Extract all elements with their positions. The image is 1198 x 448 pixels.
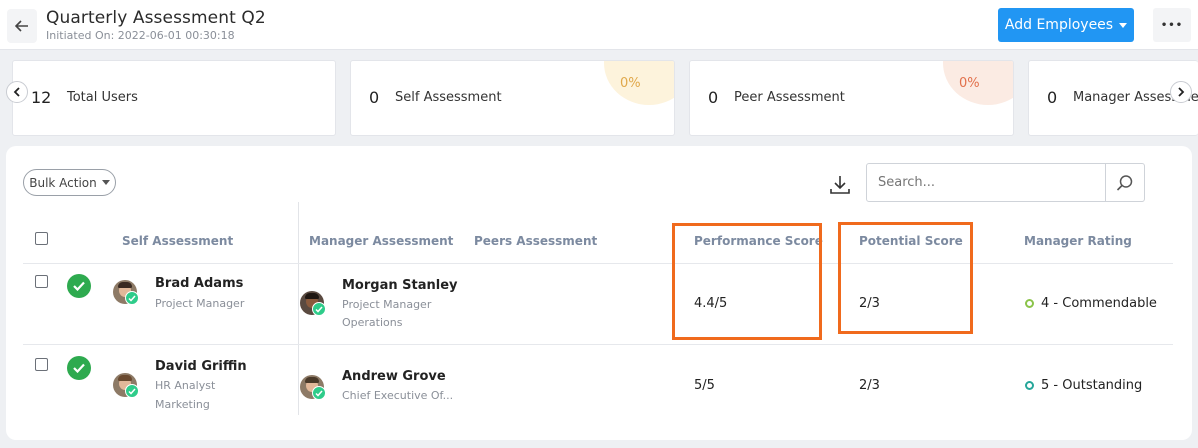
rating-number: 4 bbox=[1041, 296, 1050, 311]
performance-score: 5/5 bbox=[694, 378, 715, 393]
card-count: 12 bbox=[31, 88, 52, 107]
page-subtitle: Initiated On: 2022-06-01 00:30:18 bbox=[46, 29, 235, 42]
percent-badge: 0% bbox=[943, 61, 1013, 105]
assessment-panel: Bulk Action Self Assessment Manager Asse… bbox=[6, 146, 1192, 440]
add-employees-button[interactable]: Add Employees bbox=[998, 8, 1134, 42]
verified-icon bbox=[312, 302, 326, 316]
scroll-left-button[interactable] bbox=[6, 81, 28, 103]
rating-label: Outstanding bbox=[1062, 378, 1143, 393]
card-self-assessment[interactable]: 0 Self Assessment 0% bbox=[350, 60, 675, 136]
arrow-left-icon bbox=[15, 20, 28, 32]
check-icon bbox=[73, 363, 85, 373]
employee-name[interactable]: David Griffin bbox=[155, 359, 247, 374]
card-peer-assessment[interactable]: 0 Peer Assessment 0% bbox=[689, 60, 1014, 136]
percent-value: 0% bbox=[959, 76, 980, 91]
check-icon bbox=[73, 281, 85, 291]
manager-rating: 4 - Commendable bbox=[1025, 296, 1157, 311]
percent-badge: 0% bbox=[604, 61, 674, 105]
column-header-self-assessment[interactable]: Self Assessment bbox=[122, 234, 233, 248]
manager-department: Operations bbox=[342, 316, 403, 329]
potential-score-highlight bbox=[838, 222, 973, 334]
card-count: 0 bbox=[708, 88, 719, 107]
card-total-users[interactable]: 12 Total Users bbox=[12, 60, 336, 136]
manager-name[interactable]: Andrew Grove bbox=[342, 369, 446, 384]
more-options-button[interactable]: ••• bbox=[1153, 8, 1191, 42]
verified-icon bbox=[125, 291, 139, 305]
search-box bbox=[866, 163, 1145, 202]
scroll-right-button[interactable] bbox=[1170, 81, 1192, 103]
select-all-checkbox[interactable] bbox=[35, 232, 48, 245]
chevron-right-icon bbox=[1178, 87, 1185, 97]
employee-avatar bbox=[113, 280, 139, 305]
add-employees-label: Add Employees bbox=[1004, 17, 1114, 33]
verified-icon bbox=[312, 386, 326, 400]
caret-down-icon bbox=[1119, 22, 1128, 28]
manager-avatar bbox=[300, 375, 326, 400]
chevron-left-icon bbox=[13, 87, 20, 97]
column-divider bbox=[298, 202, 299, 415]
employee-name[interactable]: Brad Adams bbox=[155, 276, 243, 291]
employee-avatar bbox=[113, 373, 139, 398]
column-header-peers-assessment[interactable]: Peers Assessment bbox=[474, 234, 597, 248]
rating-dot-icon bbox=[1025, 299, 1034, 308]
card-label: Total Users bbox=[67, 90, 138, 105]
performance-score-highlight bbox=[672, 223, 822, 340]
rating-number: 5 bbox=[1041, 378, 1050, 393]
download-icon bbox=[830, 176, 850, 194]
more-icon: ••• bbox=[1160, 19, 1184, 31]
rating-dot-icon bbox=[1025, 381, 1034, 390]
card-count: 0 bbox=[369, 88, 380, 107]
search-input[interactable] bbox=[867, 164, 1105, 201]
employee-title: HR Analyst bbox=[155, 379, 216, 392]
back-button[interactable] bbox=[7, 9, 37, 43]
column-header-manager-assessment[interactable]: Manager Assessment bbox=[309, 234, 453, 248]
search-icon bbox=[1116, 174, 1133, 191]
bulk-action-label: Bulk Action bbox=[29, 175, 97, 190]
card-count: 0 bbox=[1047, 88, 1058, 107]
card-label: Peer Assessment bbox=[734, 90, 845, 105]
employee-title: Project Manager bbox=[155, 297, 245, 310]
page-header: Quarterly Assessment Q2 Initiated On: 20… bbox=[0, 0, 1198, 50]
self-assessment-status bbox=[67, 356, 91, 380]
bulk-action-button[interactable]: Bulk Action bbox=[23, 169, 116, 196]
manager-title: Project Manager bbox=[342, 298, 432, 311]
row-checkbox[interactable] bbox=[35, 275, 48, 288]
search-button[interactable] bbox=[1105, 164, 1144, 201]
card-label: Self Assessment bbox=[395, 90, 502, 105]
column-header-manager-rating[interactable]: Manager Rating bbox=[1024, 234, 1132, 248]
page-title: Quarterly Assessment Q2 bbox=[46, 8, 266, 28]
verified-icon bbox=[125, 384, 139, 398]
potential-score: 2/3 bbox=[859, 378, 880, 393]
rating-label: Commendable bbox=[1062, 296, 1157, 311]
row-checkbox[interactable] bbox=[35, 358, 48, 371]
percent-value: 0% bbox=[620, 76, 641, 91]
manager-rating: 5 - Outstanding bbox=[1025, 378, 1142, 393]
row-divider bbox=[23, 263, 1173, 264]
self-assessment-status bbox=[67, 274, 91, 298]
manager-name[interactable]: Morgan Stanley bbox=[342, 278, 458, 293]
caret-down-icon bbox=[101, 180, 110, 185]
employee-department: Marketing bbox=[155, 398, 210, 411]
download-button[interactable] bbox=[828, 172, 852, 196]
manager-title: Chief Executive Of... bbox=[342, 389, 454, 402]
manager-avatar bbox=[300, 291, 326, 316]
row-divider bbox=[23, 344, 1173, 345]
